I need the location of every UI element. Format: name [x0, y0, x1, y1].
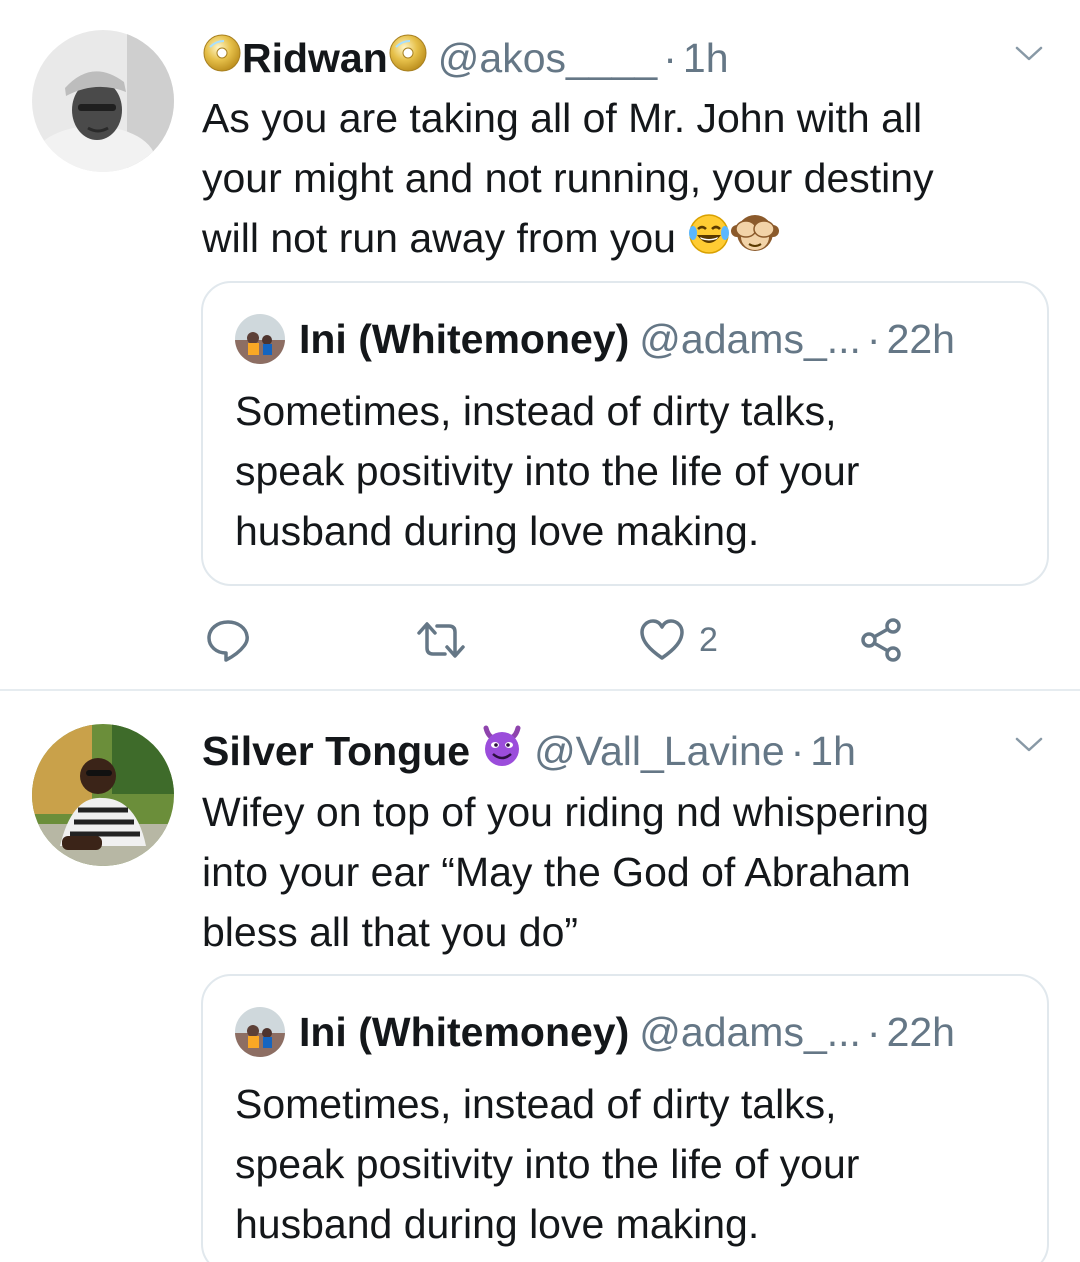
tweet-text-line: As you are taking all of Mr. John with a…	[202, 95, 923, 141]
cd-icon	[388, 33, 428, 83]
tweet-text: As you are taking all of Mr. John with a…	[202, 88, 1040, 271]
cd-icon	[202, 33, 242, 83]
retweet-icon	[417, 622, 465, 658]
reply-icon	[207, 620, 249, 662]
author-handle[interactable]: @akos____	[438, 35, 657, 82]
tweet[interactable]: Silver Tongue @Vall_Lavine · 1h Wifey on…	[0, 691, 1080, 1262]
separator-dot: ·	[866, 315, 881, 362]
tweet-time[interactable]: 1h	[683, 35, 729, 82]
tweet-actions: 2	[202, 612, 922, 668]
avatar-couple-icon	[235, 314, 285, 364]
quoted-author-name[interactable]: Ini (Whitemoney)	[299, 316, 629, 363]
avatar[interactable]	[32, 30, 174, 172]
avatar[interactable]	[32, 724, 174, 866]
tweet[interactable]: Ridwan @akos____ · 1h As you are taking …	[0, 0, 1080, 691]
quoted-text-line: husband during love making.	[235, 508, 760, 554]
retweet-button[interactable]	[415, 612, 467, 668]
tweet-text-line: bless all that you do”	[202, 909, 579, 955]
quoted-tweet-text: Sometimes, instead of dirty talks, speak…	[235, 1074, 1017, 1254]
separator-dot: ·	[663, 34, 677, 81]
author-name[interactable]: Silver Tongue	[202, 728, 470, 775]
share-icon	[861, 618, 901, 662]
quoted-tweet[interactable]: Ini (Whitemoney) @adams_... · 22h Someti…	[201, 281, 1049, 586]
quoted-tweet-text: Sometimes, instead of dirty talks, speak…	[235, 381, 1017, 561]
avatar-couple-icon	[235, 1007, 285, 1057]
quoted-tweet-header: Ini (Whitemoney) @adams_... · 22h	[235, 311, 955, 367]
quoted-tweet-time: 22h	[886, 1008, 955, 1055]
quoted-text-line: husband during love making.	[235, 1201, 760, 1247]
tweet-text-line: Wifey on top of you riding nd whispering	[202, 789, 930, 835]
like-button[interactable]: 2	[639, 612, 718, 668]
separator-dot: ·	[790, 727, 805, 774]
separator-dot: ·	[866, 1008, 881, 1055]
quoted-tweet-time: 22h	[886, 315, 955, 362]
tweet-header: Silver Tongue @Vall_Lavine · 1h	[202, 724, 1040, 778]
quoted-avatar	[235, 1007, 285, 1057]
quoted-text-line: Sometimes, instead of dirty talks,	[235, 1081, 837, 1127]
quoted-author-handle[interactable]: @adams_...	[639, 316, 861, 363]
avatar-man-sunglasses-icon	[32, 724, 174, 866]
author-name[interactable]: Ridwan	[242, 35, 388, 82]
quoted-text-line: speak positivity into the life of your	[235, 448, 860, 494]
tweet-text: Wifey on top of you riding nd whispering…	[202, 782, 1040, 962]
tweet-text-line-content: will not run away from you	[202, 215, 676, 261]
quoted-tweet[interactable]: Ini (Whitemoney) @adams_... · 22h Someti…	[201, 974, 1049, 1262]
tweet-text-line: your might and not running, your destiny	[202, 155, 934, 201]
chevron-down-icon[interactable]	[1014, 735, 1044, 755]
tears-of-joy-emoji	[687, 211, 731, 271]
quoted-author-name[interactable]: Ini (Whitemoney)	[299, 1009, 629, 1056]
avatar-man-cap-icon	[32, 30, 174, 172]
heart-icon	[640, 619, 684, 660]
see-no-evil-monkey-emoji	[731, 211, 780, 271]
chevron-down-icon[interactable]	[1014, 44, 1044, 64]
tweet-text-line: into your ear “May the God of Abraham	[202, 849, 911, 895]
smiling-devil-emoji	[480, 724, 524, 778]
tweet-text-line-last: will not run away from you	[202, 208, 1040, 271]
like-count: 2	[699, 620, 718, 659]
quoted-author-handle[interactable]: @adams_...	[639, 1009, 861, 1056]
tweet-time[interactable]: 1h	[810, 728, 856, 775]
share-button[interactable]	[859, 612, 903, 668]
author-handle[interactable]: @Vall_Lavine	[534, 728, 785, 775]
tweet-header: Ridwan @akos____ · 1h	[202, 33, 1040, 83]
quoted-tweet-header: Ini (Whitemoney) @adams_... · 22h	[235, 1004, 955, 1060]
quoted-text-line: speak positivity into the life of your	[235, 1141, 860, 1187]
quoted-text-line: Sometimes, instead of dirty talks,	[235, 388, 837, 434]
quoted-avatar	[235, 314, 285, 364]
reply-button[interactable]	[204, 612, 252, 668]
